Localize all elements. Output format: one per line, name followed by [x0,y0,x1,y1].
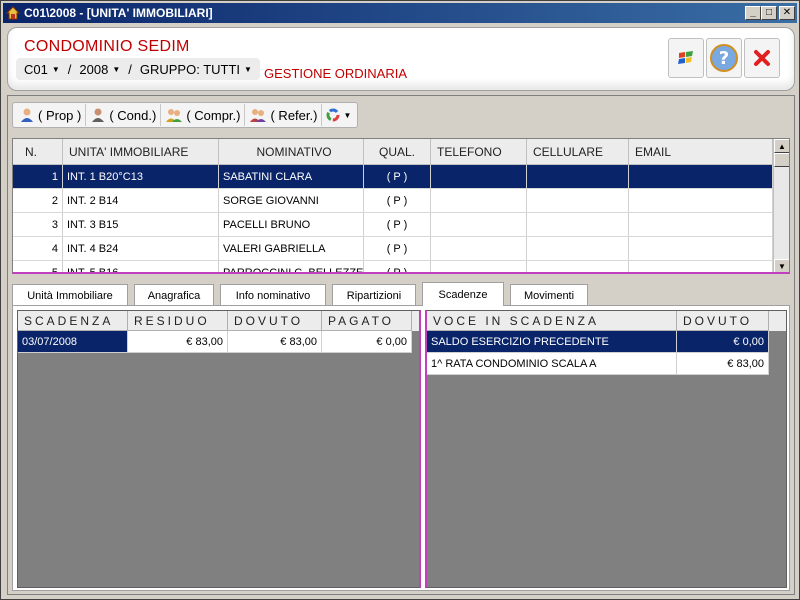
company-name: CONDOMINIO SEDIM [24,38,190,55]
scadenze-panel: SCADENZA RESIDUO DOVUTO PAGATO 03/07/200… [12,305,790,591]
help-button[interactable]: ? [706,38,742,78]
scroll-down-button[interactable]: ▼ [774,259,789,272]
compr-button[interactable]: ( Compr.) [161,104,246,126]
tab-movimenti[interactable]: Movimenti [510,284,588,306]
voci-table: VOCE IN SCADENZA DOVUTO SALDO ESERCIZIO … [425,310,787,588]
vertical-scrollbar[interactable]: ▲ ▼ [773,139,789,272]
title-bar[interactable]: C01\2008 - [UNITA' IMMOBILIARI] _ □ ✕ [3,3,797,23]
tab-info-nominativo[interactable]: Info nominativo [220,284,326,306]
person-icon [21,108,33,122]
selector-bar: C01 ▼ / 2008 ▼ / GRUPPO: TUTTI ▼ [16,58,260,80]
content-area: ( Prop ) ( Cond.) ( Compr.) ( Refer.) ▼ [7,95,795,595]
table-row[interactable]: 1 INT. 1 B20°C13 SABATINI CLARA ( P ) [13,165,773,189]
table-row[interactable]: 2 INT. 2 B14 SORGE GIOVANNI ( P ) [13,189,773,213]
header-panel: CONDOMINIO SEDIM C01 ▼ / 2008 ▼ / GRUPPO: … [7,27,795,91]
people-icon [250,109,267,122]
app-window: C01\2008 - [UNITA' IMMOBILIARI] _ □ ✕ CO… [0,0,800,600]
column-header[interactable]: PAGATO [322,311,412,331]
close-window-button[interactable]: ✕ [779,6,795,20]
tab-scadenze[interactable]: Scadenze [422,282,504,306]
year-select[interactable]: 2008 ▼ [75,62,124,77]
column-header[interactable]: N. [13,139,63,164]
people-icon [166,109,183,122]
voci-header: VOCE IN SCADENZA DOVUTO [427,311,786,331]
column-header[interactable]: EMAIL [629,139,773,164]
units-table: N. UNITA' IMMOBILIARE NOMINATIVO QUAL. T… [12,138,790,274]
group-select[interactable]: GRUPPO: TUTTI ▼ [136,62,256,77]
scadenze-table: SCADENZA RESIDUO DOVUTO PAGATO 03/07/200… [17,310,421,588]
exit-button[interactable] [744,38,780,78]
table-row[interactable]: SALDO ESERCIZIO PRECEDENTE € 0,00 [427,331,786,353]
column-header[interactable]: DOVUTO [677,311,769,331]
toolbar: ( Prop ) ( Cond.) ( Compr.) ( Refer.) ▼ [12,102,359,128]
column-header[interactable]: QUAL. [364,139,431,164]
options-dropdown[interactable]: ▼ [322,104,355,126]
table-row[interactable]: 3 INT. 3 B15 PACELLI BRUNO ( P ) [13,213,773,237]
tab-unita-immobiliare[interactable]: Unità Immobiliare [12,284,128,306]
chevron-down-icon: ▼ [343,110,352,120]
colorwheel-icon [326,108,340,122]
minimize-button[interactable]: _ [745,6,761,20]
table-row[interactable]: 4 INT. 4 B24 VALERI GABRIELLA ( P ) [13,237,773,261]
close-icon [754,50,770,66]
column-header[interactable]: SCADENZA [18,311,128,331]
chevron-down-icon: ▼ [244,64,252,74]
scadenze-header: SCADENZA RESIDUO DOVUTO PAGATO [18,311,419,331]
person-icon [92,108,105,122]
column-header[interactable]: NOMINATIVO [219,139,364,164]
table-row[interactable]: 1^ RATA CONDOMINIO SCALA A € 83,00 [427,353,786,375]
column-header[interactable]: VOCE IN SCADENZA [427,311,677,331]
condominio-select[interactable]: C01 ▼ [20,62,64,77]
tab-ripartizioni[interactable]: Ripartizioni [332,284,416,306]
table-row[interactable]: 03/07/2008 € 83,00 € 83,00 € 0,00 [18,331,419,353]
windows-button[interactable] [668,38,704,78]
maximize-button[interactable]: □ [761,6,777,20]
units-table-header: N. UNITA' IMMOBILIARE NOMINATIVO QUAL. T… [13,139,773,165]
tab-strip: Unità Immobiliare Anagrafica Info nomina… [12,282,588,306]
svg-text:?: ? [719,48,729,69]
table-row[interactable]: 5 INT. 5 B16 PARROCCINI C. BELLEZZE ( P … [13,261,773,272]
column-header[interactable]: DOVUTO [228,311,322,331]
app-icon[interactable] [5,5,21,21]
windows-flag-icon [678,51,693,64]
prop-button[interactable]: ( Prop ) [15,104,87,126]
column-header[interactable]: UNITA' IMMOBILIARE [63,139,219,164]
cond-button[interactable]: ( Cond.) [86,104,162,126]
tab-anagrafica[interactable]: Anagrafica [134,284,214,306]
column-header[interactable]: TELEFONO [431,139,527,164]
help-icon: ? [710,44,738,72]
gestione-label: GESTIONE ORDINARIA [264,66,408,81]
column-header[interactable]: CELLULARE [527,139,629,164]
scroll-up-button[interactable]: ▲ [774,139,789,153]
chevron-down-icon: ▼ [112,64,121,74]
window-title: C01\2008 - [UNITA' IMMOBILIARI] [24,6,213,20]
refer-button[interactable]: ( Refer.) [245,104,323,126]
scroll-thumb[interactable] [774,153,789,167]
column-header[interactable]: RESIDUO [128,311,228,331]
chevron-down-icon: ▼ [51,64,60,74]
